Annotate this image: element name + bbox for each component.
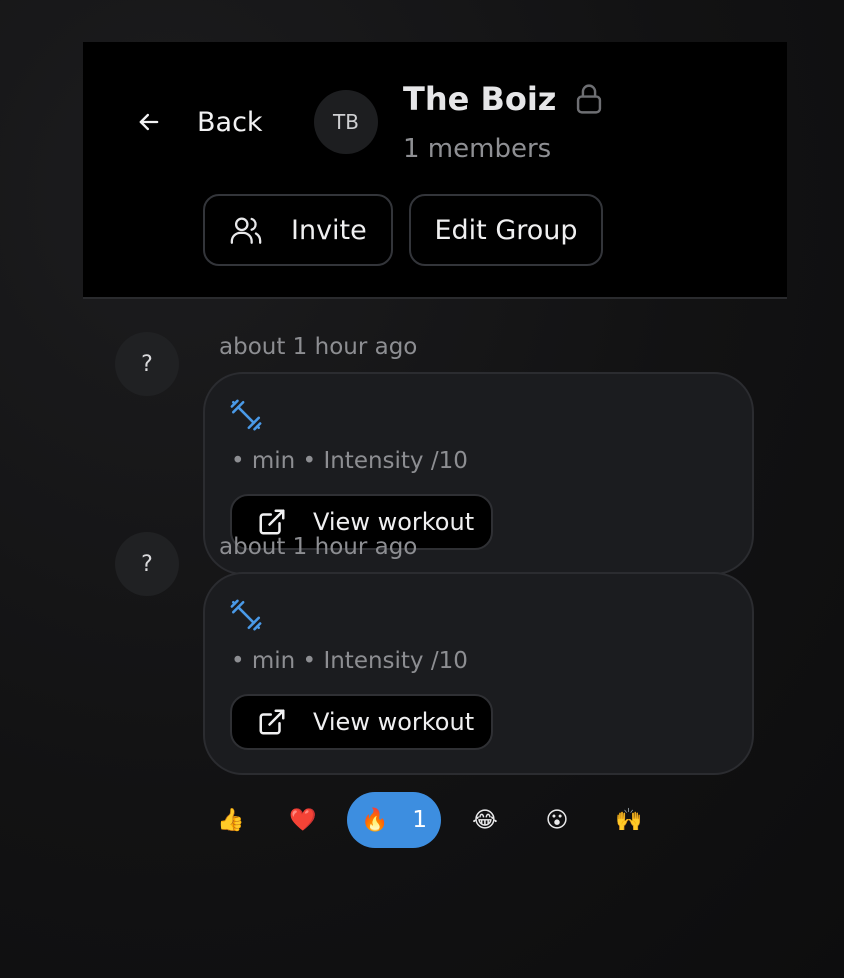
group-header: Back TB The Boiz 1 members Invite Edit G…	[83, 42, 787, 299]
lock-icon	[577, 84, 602, 114]
reaction-laughing[interactable]: 😂	[457, 792, 513, 848]
users-icon	[230, 217, 262, 244]
reaction-thumbs-up[interactable]: 👍	[203, 792, 259, 848]
heart-icon: ❤️	[289, 807, 317, 833]
arrow-left-icon	[139, 113, 159, 131]
post-timestamp: about 1 hour ago	[219, 534, 418, 560]
member-count: 1 members	[403, 134, 552, 164]
dumbbell-icon	[230, 399, 262, 431]
avatar: ?	[115, 332, 179, 396]
thumbs-up-icon: 👍	[217, 807, 245, 833]
invite-label: Invite	[291, 214, 367, 246]
edit-group-label: Edit Group	[434, 214, 578, 246]
dumbbell-icon	[230, 599, 262, 631]
workout-card: • min • Intensity /10 View workout	[203, 572, 754, 775]
reaction-raised-hands[interactable]: 🙌	[601, 792, 657, 848]
laughing-icon: 😂	[472, 807, 498, 833]
invite-button[interactable]: Invite	[203, 194, 393, 266]
group-name: The Boiz	[403, 80, 557, 118]
reaction-heart[interactable]: ❤️	[275, 792, 331, 848]
reaction-count: 1	[412, 807, 428, 833]
back-button[interactable]: Back	[135, 102, 263, 142]
view-workout-label: View workout	[313, 508, 475, 536]
page-title: The Boiz	[403, 80, 604, 118]
surprised-icon: 😮	[545, 807, 569, 833]
group-avatar: TB	[314, 90, 378, 154]
fire-icon: 🔥	[360, 807, 389, 833]
reaction-surprised[interactable]: 😮	[529, 792, 585, 848]
workout-meta: • min • Intensity /10	[231, 648, 468, 674]
avatar: ?	[115, 532, 179, 596]
reaction-fire[interactable]: 🔥 1	[347, 792, 441, 848]
post-timestamp: about 1 hour ago	[219, 334, 418, 360]
view-workout-label: View workout	[313, 708, 475, 736]
edit-group-button[interactable]: Edit Group	[409, 194, 603, 266]
external-link-icon	[259, 709, 285, 735]
back-label: Back	[197, 106, 263, 138]
external-link-icon	[259, 509, 285, 535]
workout-meta: • min • Intensity /10	[231, 448, 468, 474]
raised-hands-icon: 🙌	[615, 807, 643, 833]
view-workout-button[interactable]: View workout	[230, 694, 493, 750]
